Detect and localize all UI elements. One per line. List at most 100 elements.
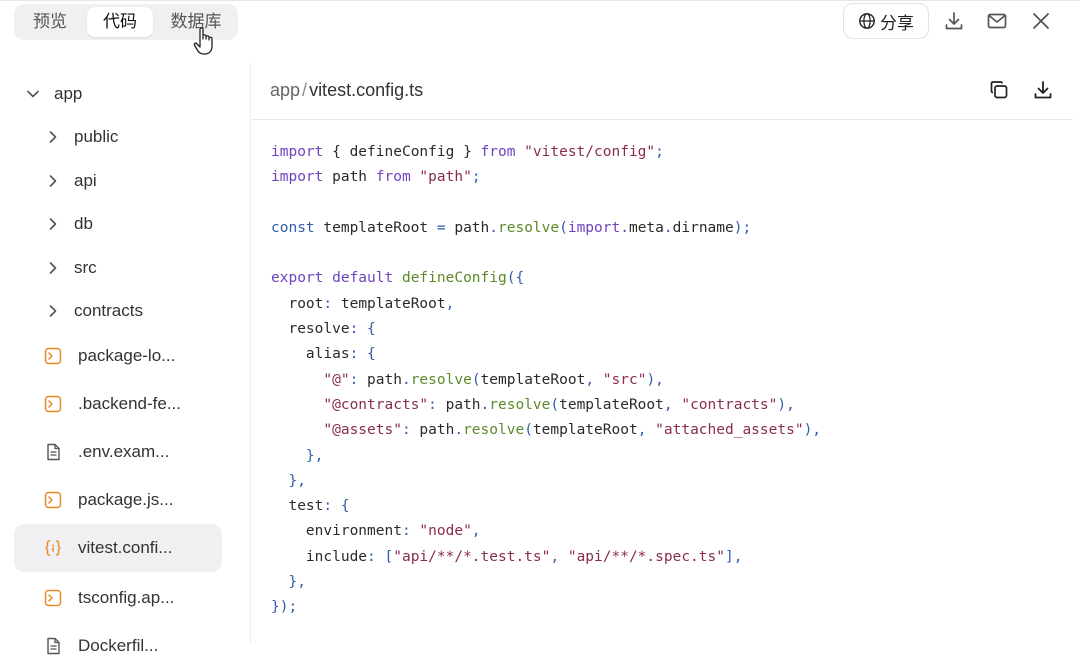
chevron-right-icon <box>49 305 57 317</box>
code-token: }); <box>271 599 298 616</box>
close-icon[interactable] <box>1030 10 1052 32</box>
code-token: . <box>454 422 464 439</box>
code-token: include <box>271 548 368 565</box>
tree-label: api <box>74 171 97 190</box>
document-file-icon <box>47 637 60 655</box>
code-token: ; <box>471 169 481 186</box>
sidebar-divider <box>250 62 251 643</box>
code-token: . <box>401 371 411 388</box>
code-token: "attached_assets" <box>646 422 804 439</box>
code-line: "@": path.resolve(templateRoot, "src"), <box>271 368 821 393</box>
chevron-right-icon <box>49 131 57 143</box>
code-token: import <box>271 144 324 160</box>
code-line: export default defineConfig({ <box>271 266 821 291</box>
tree-file-dockerfile[interactable]: Dockerfil... <box>44 625 158 667</box>
tree-file-vitest-config[interactable]: vitest.confi... <box>14 524 222 572</box>
tab-preview[interactable]: 预览 <box>20 7 80 37</box>
download-icon[interactable] <box>943 10 965 32</box>
tab-code[interactable]: 代码 <box>87 7 153 37</box>
tree-folder-src[interactable]: src <box>46 247 97 289</box>
copy-icon[interactable] <box>988 79 1010 101</box>
tree-file-package-json[interactable]: package.js... <box>44 479 173 521</box>
chevron-right-icon <box>49 175 57 187</box>
code-token: "node" <box>410 523 472 540</box>
code-token: : <box>349 371 359 388</box>
code-line: include: ["api/**/*.test.ts", "api/**/*.… <box>271 545 821 570</box>
code-token: = <box>436 219 446 236</box>
code-token: , <box>471 523 481 540</box>
tree-label: package-lo... <box>78 346 176 365</box>
code-token: import <box>271 169 324 186</box>
code-token: { defineConfig } <box>323 144 481 160</box>
code-token: "contracts" <box>672 396 778 413</box>
code-line: "@assets": path.resolve(templateRoot, "a… <box>271 418 821 443</box>
code-line: const templateRoot = path.resolve(import… <box>271 216 821 241</box>
code-token: path <box>410 422 455 439</box>
tree-label: package.js... <box>78 490 174 509</box>
tree-file-backend-features[interactable]: .backend-fe... <box>44 383 181 425</box>
top-divider <box>0 0 1079 1</box>
tree-folder-public[interactable]: public <box>46 116 118 158</box>
editor-divider <box>251 119 1073 120</box>
code-line: test: { <box>271 494 821 519</box>
tree-folder-contracts[interactable]: contracts <box>46 290 143 332</box>
code-file-icon <box>45 540 61 556</box>
tree-label: vitest.confi... <box>78 538 173 557</box>
tree-file-env-example[interactable]: .env.exam... <box>44 431 169 473</box>
code-token: export <box>271 270 324 287</box>
code-token: default <box>323 270 394 287</box>
code-token: "src" <box>594 371 647 388</box>
code-token: }, <box>271 574 306 591</box>
code-token: templateRoot <box>559 396 664 413</box>
code-token: }, <box>271 472 306 489</box>
code-token: "vitest/config" <box>515 144 656 160</box>
breadcrumb-folder[interactable]: app <box>270 80 300 100</box>
code-token: import <box>567 219 621 236</box>
code-token: meta <box>628 219 664 236</box>
tree-label: src <box>74 258 97 277</box>
code-token: path <box>445 219 490 236</box>
code-token: path <box>323 169 376 186</box>
code-token: : <box>367 548 376 565</box>
download-file-icon[interactable] <box>1032 79 1054 101</box>
code-line: }, <box>271 469 821 494</box>
document-file-icon <box>47 443 60 461</box>
code-line: environment: "node", <box>271 519 821 544</box>
tree-file-package-lock[interactable]: package-lo... <box>44 335 175 377</box>
code-token: "path" <box>410 169 472 186</box>
chevron-right-icon <box>49 218 57 230</box>
code-token: , <box>585 371 595 388</box>
code-line: }, <box>271 570 821 595</box>
tree-folder-db[interactable]: db <box>46 203 93 245</box>
code-token: , <box>663 396 673 413</box>
code-token: resolve <box>271 321 350 338</box>
tree-label: .backend-fe... <box>78 394 182 413</box>
tree-label: .env.exam... <box>78 442 170 461</box>
code-token: "@contracts" <box>271 396 429 413</box>
mail-icon[interactable] <box>986 10 1008 32</box>
code-token: "api/**/*.spec.ts" <box>559 548 725 565</box>
code-token: : <box>323 498 333 515</box>
tree-label: tsconfig.ap... <box>78 588 175 607</box>
code-token: : <box>323 295 333 312</box>
code-token: test <box>271 498 324 515</box>
tree-file-tsconfig[interactable]: tsconfig.ap... <box>44 577 174 619</box>
share-button[interactable]: 分享 <box>843 3 929 39</box>
code-token: ); <box>733 219 752 236</box>
code-token: path <box>436 396 481 413</box>
code-token: . <box>663 219 673 236</box>
code-token: [ <box>375 548 394 565</box>
code-token: . <box>620 219 629 236</box>
code-token: ({ <box>506 270 525 287</box>
code-token: . <box>489 219 498 236</box>
globe-icon <box>859 13 875 29</box>
code-viewer[interactable]: import { defineConfig } from "vitest/con… <box>271 140 821 621</box>
tree-label: db <box>74 214 93 233</box>
tree-folder-app[interactable]: app <box>26 73 82 115</box>
tree-folder-api[interactable]: api <box>46 160 97 202</box>
code-token: dirname <box>672 219 734 236</box>
code-token: root <box>271 295 324 312</box>
code-token: : <box>401 422 411 439</box>
tree-label: public <box>74 127 119 146</box>
